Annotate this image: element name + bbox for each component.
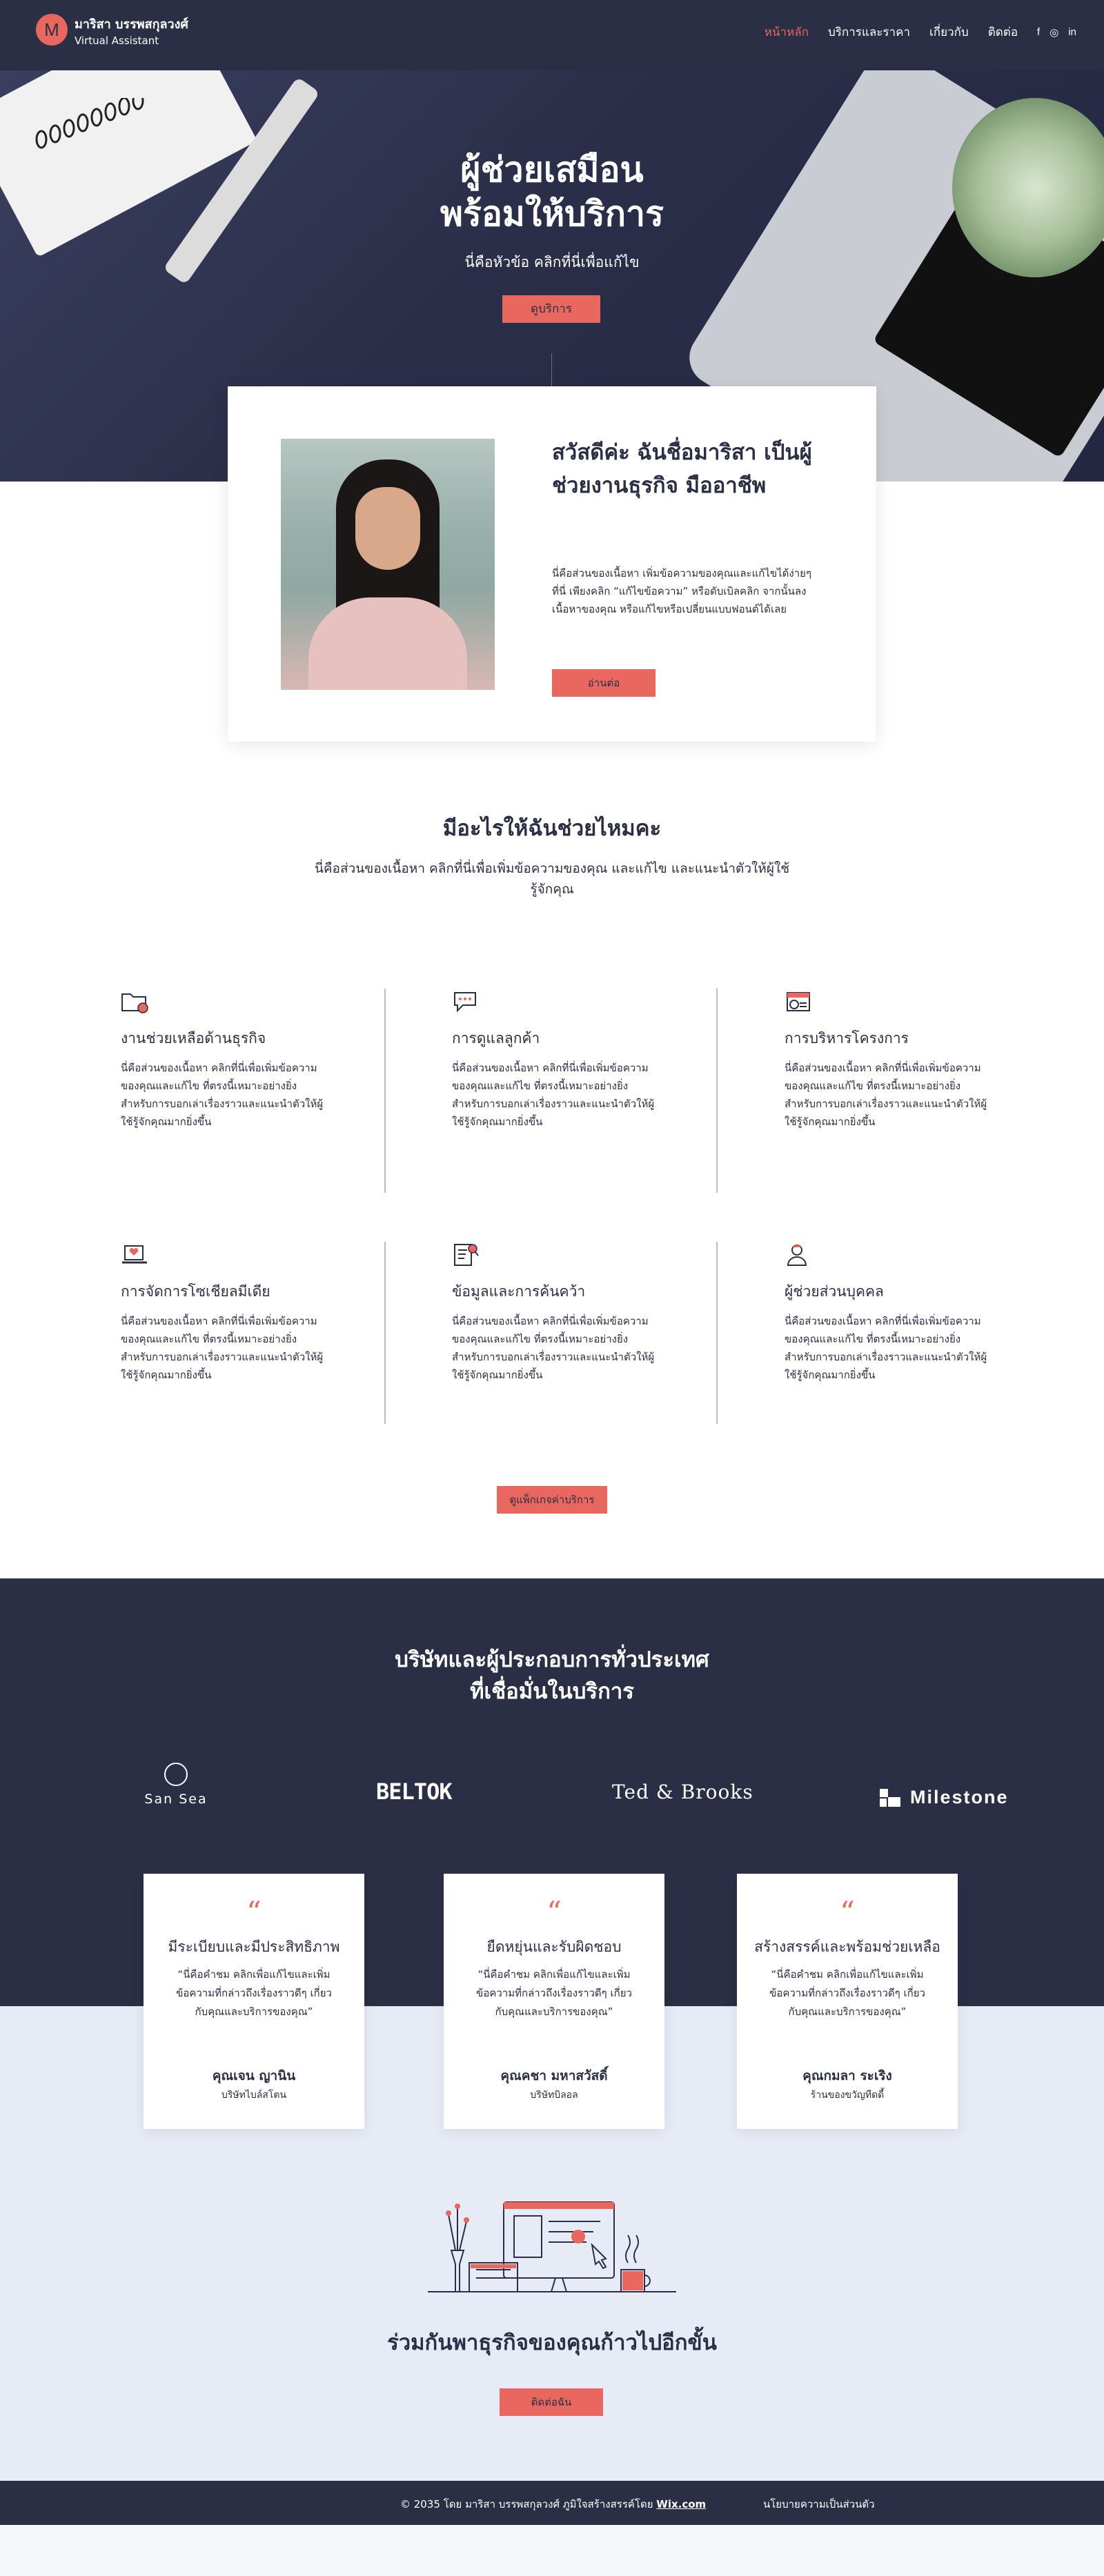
document-search-icon xyxy=(454,1244,479,1266)
service-title: ข้อมูลและการค้นคว้า xyxy=(452,1283,586,1300)
facebook-icon[interactable]: f xyxy=(1037,26,1040,39)
service-item: การดูแลลูกค้า นี่คือส่วนของเนื้อหา คลิกท… xyxy=(452,990,659,1162)
testimonial-company: บริษัทบิลอล xyxy=(530,2090,578,2101)
person-icon xyxy=(787,1245,807,1266)
hero-title-line-1: ผู้ช่วยเสมือน xyxy=(460,150,644,190)
services-title: มีอะไรให้ฉันช่วยไหมคะ xyxy=(442,816,662,841)
testimonial-title: ยืดหยุ่นและรับผิดชอบ xyxy=(486,1939,622,1955)
nav-item-home[interactable]: หน้าหลัก xyxy=(765,23,809,41)
partner-logo-text: Milestone xyxy=(910,1787,1009,1807)
photo-face-shape xyxy=(355,487,420,570)
partner-logo-text: San Sea xyxy=(144,1792,208,1807)
view-services-button[interactable]: ดูบริการ xyxy=(502,295,600,323)
partner-logo-san-sea: San Sea xyxy=(138,1763,214,1807)
testimonial-company: บริษัทไบล์สโตน xyxy=(221,2090,287,2101)
service-title: ผู้ช่วยส่วนบุคคล xyxy=(785,1283,884,1300)
service-item: งานช่วยเหลือด้านธุรกิจ นี่คือส่วนของเนื้… xyxy=(121,990,328,1162)
service-item: ผู้ช่วยส่วนบุคคล นี่คือส่วนของเนื้อหา คล… xyxy=(785,1243,992,1416)
milestone-mark-icon xyxy=(880,1788,900,1807)
cta-title: ร่วมกันพาธุรกิจของคุณก้าวไปอีกขั้น xyxy=(387,2330,717,2355)
site-footer: © 2035 โดย มาริสา บรรพสกุลวงศ์ ภูมิใจสร้… xyxy=(0,2481,1104,2525)
testimonial-name: คุณเจน ญานิน xyxy=(212,2068,296,2083)
service-text: นี่คือส่วนของเนื้อหา คลิกที่นี่เพื่อเพิ่… xyxy=(121,1315,324,1381)
quote-icon: “ xyxy=(246,1895,262,1929)
service-divider xyxy=(384,1242,386,1424)
instagram-icon[interactable]: ◎ xyxy=(1049,26,1058,39)
testimonial-text: “นี่คือคำชม คลิกเพื่อแก้ไขและเพิ่มข้อควา… xyxy=(476,1968,632,2018)
service-title: การจัดการโซเชียลมีเดีย xyxy=(121,1283,270,1300)
hero-title: ผู้ช่วยเสมือน พร้อมให้บริการ xyxy=(345,148,759,236)
partners-title-line-1: บริษัทและผู้ประกอบการทั่วประเทศ xyxy=(395,1647,709,1672)
testimonial-card: “ สร้างสรรค์และพร้อมช่วยเหลือ “นี่คือคำช… xyxy=(737,1874,958,2129)
view-packages-button[interactable]: ดูแพ็กเกจค่าบริการ xyxy=(497,1486,607,1514)
hero-subtitle: นี่คือหัวข้อ คลิกที่นี่เพื่อแก้ไข xyxy=(464,254,640,270)
service-divider xyxy=(716,1242,718,1424)
about-text: นี่คือส่วนของเนื้อหา เพิ่มข้อความของคุณแ… xyxy=(552,567,811,615)
privacy-policy-link[interactable]: นโยบายความเป็นส่วนตัว xyxy=(763,2496,875,2513)
testimonial-title: มีระเบียบและมีประสิทธิภาพ xyxy=(168,1939,340,1955)
brand-name[interactable]: มาริสา บรรพสกุลวงศ์ xyxy=(75,14,188,34)
service-item: การบริหารโครงการ นี่คือส่วนของเนื้อหา คล… xyxy=(785,990,992,1162)
testimonial-name: คุณคชา มหาสวัสดิ์ xyxy=(500,2068,608,2083)
service-text: นี่คือส่วนของเนื้อหา คลิกที่นี่เพื่อเพิ่… xyxy=(785,1315,987,1381)
social-links: f ◎ in xyxy=(1037,26,1076,39)
calendar-clock-icon xyxy=(787,992,810,1011)
bottom-strip xyxy=(0,2525,1104,2576)
site-header: M มาริสา บรรพสกุลวงศ์ Virtual Assistant … xyxy=(0,0,1104,70)
photo-body-shape xyxy=(308,597,467,690)
san-sea-mark-icon xyxy=(164,1763,188,1786)
service-divider xyxy=(384,989,386,1193)
service-item: การจัดการโซเชียลมีเดีย นี่คือส่วนของเนื้… xyxy=(121,1243,328,1416)
contact-me-button[interactable]: ติดต่อฉัน xyxy=(500,2388,603,2416)
service-text: นี่คือส่วนของเนื้อหา คลิกที่นี่เพื่อเพิ่… xyxy=(452,1062,655,1128)
service-title: การบริหารโครงการ xyxy=(785,1030,909,1047)
testimonial-name: คุณกมลา ระเริง xyxy=(802,2068,892,2083)
service-title: งานช่วยเหลือด้านธุรกิจ xyxy=(121,1030,266,1047)
service-text: นี่คือส่วนของเนื้อหา คลิกที่นี่เพื่อเพิ่… xyxy=(452,1315,655,1381)
main-nav: หน้าหลัก บริการและราคา เกี่ยวกับ ติดต่อ … xyxy=(765,23,1076,41)
chat-bubble-icon xyxy=(454,992,476,1013)
testimonial-text: “นี่คือคำชม คลิกเพื่อแก้ไขและเพิ่มข้อควา… xyxy=(769,1968,925,2018)
services-subtitle: นี่คือส่วนของเนื้อหา คลิกที่นี่เพื่อเพิ่… xyxy=(314,861,790,897)
partner-logo-milestone: Milestone xyxy=(880,1787,1009,1808)
nav-item-about[interactable]: เกี่ยวกับ xyxy=(929,23,969,41)
testimonial-card: “ มีระเบียบและมีประสิทธิภาพ “นี่คือคำชม … xyxy=(144,1874,364,2129)
hero-title-line-2: พร้อมให้บริการ xyxy=(440,194,664,234)
partner-logo-ted-brooks: Ted & Brooks xyxy=(612,1781,753,1803)
about-card: สวัสดีค่ะ ฉันชื่อมาริสา เป็นผู้ช่วยงานธุ… xyxy=(228,386,876,742)
testimonial-text: “นี่คือคำชม คลิกเพื่อแก้ไขและเพิ่มข้อควา… xyxy=(176,1968,332,2018)
brand-tagline: Virtual Assistant xyxy=(75,34,159,47)
footer-copyright: © 2035 โดย มาริสา บรรพสกุลวงศ์ ภูมิใจสร้… xyxy=(400,2496,706,2513)
notebook-spiral-decoration xyxy=(35,98,144,149)
service-divider xyxy=(716,989,718,1193)
partners-title: บริษัทและผู้ประกอบการทั่วประเทศ ที่เชื่อ… xyxy=(276,1644,828,1707)
profile-photo xyxy=(281,439,495,690)
partners-title-line-2: ที่เชื่อมั่นในบริการ xyxy=(470,1679,634,1704)
testimonial-card: “ ยืดหยุ่นและรับผิดชอบ “นี่คือคำชม คลิกเ… xyxy=(444,1874,664,2129)
wix-link[interactable]: Wix.com xyxy=(656,2498,706,2510)
nav-item-services[interactable]: บริการและราคา xyxy=(828,23,910,41)
nav-item-contact[interactable]: ติดต่อ xyxy=(988,23,1018,41)
service-text: นี่คือส่วนของเนื้อหา คลิกที่นี่เพื่อเพิ่… xyxy=(121,1062,324,1128)
linkedin-icon[interactable]: in xyxy=(1068,26,1076,39)
folder-icon xyxy=(121,993,148,1013)
copyright-text: © 2035 โดย มาริสา บรรพสกุลวงศ์ ภูมิใจสร้… xyxy=(400,2498,653,2510)
read-more-button[interactable]: อ่านต่อ xyxy=(552,669,656,697)
quote-icon: “ xyxy=(546,1895,562,1929)
testimonial-title: สร้างสรรค์และพร้อมช่วยเหลือ xyxy=(754,1939,940,1955)
workspace-illustration xyxy=(428,2201,676,2292)
laptop-heart-icon xyxy=(122,1245,147,1264)
service-title: การดูแลลูกค้า xyxy=(452,1030,540,1047)
about-title: สวัสดีค่ะ ฉันชื่อมาริสา เป็นผู้ช่วยงานธุ… xyxy=(552,440,812,498)
testimonial-company: ร้านของขวัญทีดดี้ xyxy=(810,2090,885,2101)
logo-mark[interactable]: M xyxy=(36,14,68,46)
quote-icon: “ xyxy=(840,1895,855,1929)
service-text: นี่คือส่วนของเนื้อหา คลิกที่นี่เพื่อเพิ่… xyxy=(785,1062,987,1128)
service-item: ข้อมูลและการค้นคว้า นี่คือส่วนของเนื้อหา… xyxy=(452,1243,659,1416)
partner-logo-beltok: BELTOK xyxy=(376,1779,453,1805)
